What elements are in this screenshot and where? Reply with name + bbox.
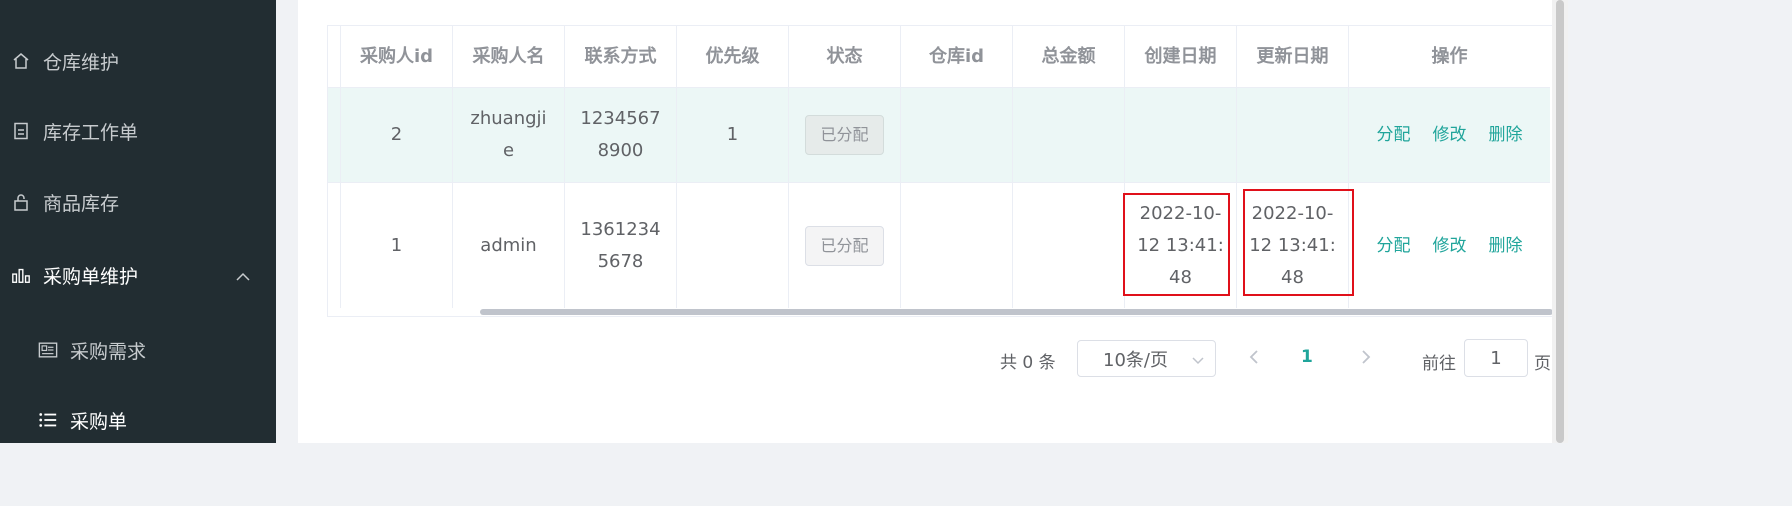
phone-line: 1361234 — [580, 218, 661, 240]
phone-line: 1234567 — [580, 108, 661, 129]
column-header: 采购人id — [341, 26, 453, 87]
column-header: 创建日期 — [1125, 26, 1237, 87]
assign-link[interactable]: 分配 — [1377, 119, 1411, 151]
sidebar-item-label: 采购单维护 — [43, 265, 139, 288]
created-date-line: 12 13:41: — [1137, 234, 1224, 256]
phone-line: 8900 — [597, 140, 644, 161]
document-icon — [11, 121, 31, 141]
status-badge: 已分配 — [805, 115, 884, 155]
vertical-scrollbar[interactable] — [1552, 0, 1568, 443]
priority-cell — [677, 183, 789, 308]
created-date-cell — [1125, 88, 1237, 182]
table-row[interactable]: 2 zhuangji e 1234567 8900 1 已分配 分配 修改 删除 — [328, 88, 1550, 183]
column-header: 联系方式 — [565, 26, 677, 87]
prev-page-button[interactable] — [1248, 348, 1260, 370]
delete-link[interactable]: 删除 — [1489, 230, 1523, 262]
total-amount-cell — [1013, 88, 1125, 182]
updated-date-line: 2022-10- — [1251, 202, 1334, 224]
status-cell: 已分配 — [789, 183, 901, 308]
lock-icon — [11, 192, 31, 212]
column-header: 优先级 — [677, 26, 789, 87]
table-row[interactable]: 1 admin 1361234 5678 已分配 2022-10- 12 13:41… — [328, 183, 1550, 309]
column-header: 总金额 — [1013, 26, 1125, 87]
actions-cell: 分配 修改 删除 — [1349, 88, 1550, 182]
purchase-order-table: 采购人id 采购人名 联系方式 优先级 状态 仓库id 总金额 创建日期 更新日… — [327, 25, 1553, 317]
column-header: 状态 — [789, 26, 901, 87]
sidebar-item-label: 库存工作单 — [43, 121, 139, 144]
column-header: 仓库id — [901, 26, 1013, 87]
page-size-value: 10条/页 — [1103, 349, 1168, 371]
column-header: 操作 — [1431, 45, 1468, 67]
created-date-line: 2022-10- — [1139, 202, 1222, 224]
sidebar-item-purchase-demand[interactable]: 采购需求 — [0, 325, 276, 375]
updated-date-line: 48 — [1281, 266, 1304, 288]
buyer-name-line: zhuangji — [470, 108, 547, 129]
phone-cell: 1234567 8900 — [565, 88, 677, 182]
sidebar: 仓库维护 库存工作单 商品库存 采购单维护 采购需求 采购单 — [0, 0, 276, 443]
pagination: 共 0 条 10条/页 1 前往 页 — [298, 339, 1552, 378]
page-number[interactable]: 1 — [1301, 347, 1313, 367]
sidebar-item-purchase-order-maintenance[interactable]: 采购单维护 — [0, 250, 276, 300]
phone-line: 5678 — [597, 250, 644, 272]
buyer-name-cell: zhuangji e — [453, 88, 565, 182]
status-cell: 已分配 — [789, 88, 901, 182]
sidebar-item-purchase-order[interactable]: 采购单 — [0, 395, 276, 445]
bar-chart-icon — [11, 265, 31, 285]
delete-link[interactable]: 删除 — [1489, 119, 1523, 151]
updated-date-cell: 2022-10- 12 13:41: 48 — [1237, 183, 1354, 308]
warehouse-id-cell — [901, 183, 1013, 308]
row-spacer — [328, 88, 341, 182]
next-page-button[interactable] — [1360, 348, 1372, 370]
vertical-scrollbar-thumb[interactable] — [1556, 0, 1564, 443]
priority-cell: 1 — [677, 88, 789, 182]
sidebar-item-inventory-workorder[interactable]: 库存工作单 — [0, 106, 276, 156]
status-badge: 已分配 — [805, 225, 884, 266]
created-date-line: 48 — [1169, 266, 1192, 288]
buyer-name-cell: admin — [453, 183, 565, 308]
table-header: 采购人id 采购人名 联系方式 优先级 状态 仓库id 总金额 创建日期 更新日… — [328, 26, 1550, 88]
page-unit-label: 页 — [1534, 354, 1551, 374]
updated-date-cell — [1237, 88, 1349, 182]
buyer-name-line: e — [502, 140, 515, 161]
news-icon — [38, 340, 58, 360]
sidebar-item-label: 采购单 — [70, 410, 128, 433]
list-icon — [38, 410, 58, 430]
chevron-down-icon — [1191, 351, 1205, 372]
assign-link[interactable]: 分配 — [1377, 230, 1411, 262]
phone-cell: 1361234 5678 — [565, 183, 677, 308]
buyer-id-cell: 2 — [341, 88, 453, 182]
column-header: 采购人名 — [453, 26, 565, 87]
page-size-select[interactable]: 10条/页 — [1077, 340, 1216, 377]
edit-link[interactable]: 修改 — [1433, 230, 1467, 262]
goto-label: 前往 — [1422, 354, 1456, 374]
edit-link[interactable]: 修改 — [1433, 119, 1467, 151]
table-header-spacer — [328, 26, 341, 87]
row-spacer — [328, 183, 341, 308]
sidebar-item-label: 仓库维护 — [43, 51, 120, 74]
home-icon — [11, 51, 31, 71]
sidebar-item-goods-stock[interactable]: 商品库存 — [0, 177, 276, 227]
updated-date-line: 12 13:41: — [1249, 234, 1336, 256]
main-content: 采购人id 采购人名 联系方式 优先级 状态 仓库id 总金额 创建日期 更新日… — [298, 0, 1553, 443]
pagination-total: 共 0 条 — [1000, 353, 1056, 373]
chevron-up-icon[interactable] — [236, 265, 250, 287]
horizontal-scrollbar[interactable] — [328, 308, 1553, 316]
buyer-name-line: admin — [480, 234, 537, 256]
sidebar-item-warehouse[interactable]: 仓库维护 — [0, 36, 276, 86]
horizontal-scrollbar-thumb[interactable] — [480, 309, 1553, 315]
sidebar-item-label: 采购需求 — [70, 340, 147, 363]
sidebar-item-label: 商品库存 — [43, 192, 120, 215]
created-date-cell: 2022-10- 12 13:41: 48 — [1123, 183, 1237, 308]
total-amount-cell — [1013, 183, 1125, 308]
actions-cell: 分配 修改 删除 — [1349, 183, 1550, 308]
goto-page-input[interactable] — [1464, 339, 1528, 377]
column-header: 更新日期 — [1237, 26, 1349, 87]
warehouse-id-cell — [901, 88, 1013, 182]
buyer-id-cell: 1 — [341, 183, 453, 308]
